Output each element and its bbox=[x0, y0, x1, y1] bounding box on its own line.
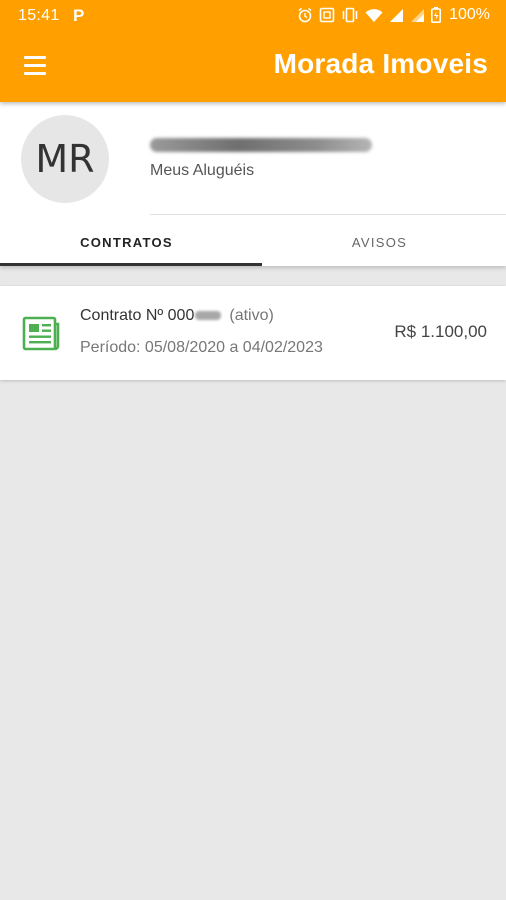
app-bar: 15:41 P 100% Morada Imoveis bbox=[0, 0, 506, 102]
contract-number: Contrato Nº 000 bbox=[80, 307, 195, 324]
contract-value: R$ 1.100,00 bbox=[394, 322, 487, 341]
nfc-icon bbox=[319, 7, 335, 23]
battery-icon bbox=[431, 7, 442, 23]
contract-card[interactable]: Contrato Nº 000 (ativo) Período: 05/08/20… bbox=[0, 286, 506, 380]
tab-indicator bbox=[0, 263, 262, 266]
tab-label: CONTRATOS bbox=[80, 235, 173, 250]
hamburger-menu-icon[interactable] bbox=[22, 54, 50, 78]
divider bbox=[150, 214, 506, 215]
contract-number-redacted bbox=[195, 311, 222, 321]
signal-icon bbox=[390, 8, 404, 22]
status-icons: 100% bbox=[297, 6, 490, 24]
tab-label: AVISOS bbox=[351, 235, 408, 250]
contract-title: Contrato Nº 000 (ativo) bbox=[80, 307, 274, 325]
battery-percentage: 100% bbox=[449, 6, 490, 23]
contract-period: Período: 05/08/2020 a 04/02/2023 bbox=[80, 339, 323, 356]
notification-p-icon: P bbox=[73, 6, 85, 25]
contract-status: (ativo) bbox=[229, 307, 274, 324]
wifi-icon bbox=[365, 8, 383, 22]
tab-contratos[interactable]: CONTRATOS bbox=[0, 216, 253, 266]
document-icon bbox=[22, 316, 60, 351]
profile-header: MR Meus Aluguéis CONTRATOS AVISOS bbox=[0, 102, 506, 266]
signal-icon bbox=[411, 8, 425, 22]
tab-bar: CONTRATOS AVISOS bbox=[0, 216, 506, 266]
status-time: 15:41 bbox=[18, 7, 60, 24]
profile-subtitle: Meus Aluguéis bbox=[150, 162, 255, 179]
vibrate-icon bbox=[342, 7, 358, 23]
status-bar: 15:41 P 100% bbox=[0, 0, 506, 32]
alarm-icon bbox=[298, 7, 312, 23]
tab-avisos[interactable]: AVISOS bbox=[253, 216, 506, 266]
user-name-redacted bbox=[150, 138, 372, 152]
app-title: Morada Imoveis bbox=[273, 48, 488, 79]
avatar: MR bbox=[21, 115, 109, 203]
